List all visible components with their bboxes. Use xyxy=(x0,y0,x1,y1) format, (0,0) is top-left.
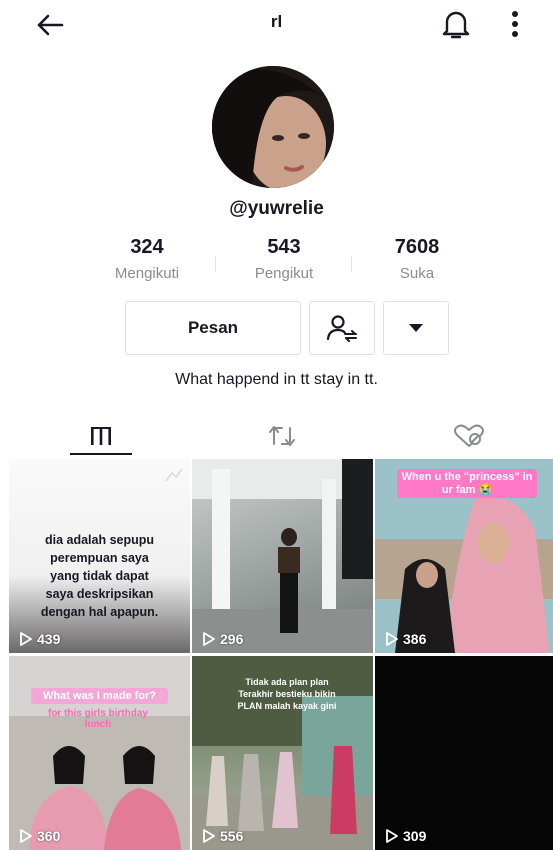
heart-hidden-icon xyxy=(454,424,484,447)
play-icon xyxy=(20,829,32,843)
play-icon xyxy=(386,829,398,843)
video-thumbnail[interactable]: When u the "princess" in ur fam 😭 386 xyxy=(375,459,553,653)
caret-down-icon xyxy=(409,324,423,332)
stat-following[interactable]: 324 Mengikuti xyxy=(72,236,222,282)
more-vertical-icon xyxy=(512,11,518,37)
repost-icon xyxy=(269,426,295,446)
video-overlay-text: What was I made for? xyxy=(31,688,168,704)
video-thumbnail[interactable]: dia adalah sepupu perempuan saya yang ti… xyxy=(9,459,190,653)
view-count: 556 xyxy=(202,828,243,844)
view-count: 309 xyxy=(385,828,426,844)
video-image xyxy=(9,656,190,850)
tab-videos[interactable] xyxy=(70,418,132,454)
avatar-photo xyxy=(212,66,334,188)
dropdown-button[interactable] xyxy=(383,301,449,355)
video-caption: dia adalah sepupu perempuan saya yang ti… xyxy=(40,533,159,619)
active-tab-indicator xyxy=(70,453,132,455)
profile-avatar[interactable] xyxy=(212,66,334,188)
grid-bars-icon xyxy=(91,427,111,445)
follow-options-button[interactable] xyxy=(309,301,375,355)
more-options-button[interactable] xyxy=(500,6,530,42)
notification-bell-button[interactable] xyxy=(436,6,476,42)
likes-label: Suka xyxy=(399,265,435,282)
video-thumbnail[interactable]: 296 xyxy=(192,459,373,653)
stat-likes[interactable]: 7608 Suka xyxy=(342,236,492,282)
tab-reposts[interactable] xyxy=(252,418,314,454)
play-icon xyxy=(203,829,215,843)
followers-count: 543 xyxy=(267,236,301,258)
view-count: 439 xyxy=(19,631,60,647)
play-icon xyxy=(20,632,32,646)
likes-count: 7608 xyxy=(394,236,440,258)
view-count: 296 xyxy=(202,631,243,647)
pin-icon xyxy=(165,468,183,482)
followers-label: Pengikut xyxy=(254,265,314,282)
video-image xyxy=(192,459,373,653)
user-swap-icon xyxy=(326,315,357,342)
stat-followers[interactable]: 543 Pengikut xyxy=(209,236,359,282)
play-icon xyxy=(203,632,215,646)
video-thumbnail[interactable]: 309 xyxy=(375,656,553,850)
video-thumbnail[interactable]: Tidak ada plan plan Terakhir bestieku bi… xyxy=(192,656,373,850)
message-button[interactable]: Pesan xyxy=(125,301,301,355)
view-count: 386 xyxy=(385,631,426,647)
play-icon xyxy=(386,632,398,646)
video-overlay-text: Tidak ada plan plan Terakhir bestieku bi… xyxy=(237,677,337,711)
bell-icon xyxy=(442,11,470,39)
video-overlay-text: When u the "princess" in ur fam 😭 xyxy=(397,469,537,498)
following-count: 324 xyxy=(130,236,164,258)
video-thumbnail[interactable]: What was I made for? for this girls birt… xyxy=(9,656,190,850)
tab-liked[interactable] xyxy=(438,418,500,454)
view-count: 360 xyxy=(19,828,60,844)
video-overlay-subtext: for this girls birthday lunch xyxy=(47,708,148,730)
profile-bio: What happend in tt stay in tt. xyxy=(175,371,378,388)
following-label: Mengikuti xyxy=(114,265,180,282)
username: @yuwrelie xyxy=(229,198,324,219)
